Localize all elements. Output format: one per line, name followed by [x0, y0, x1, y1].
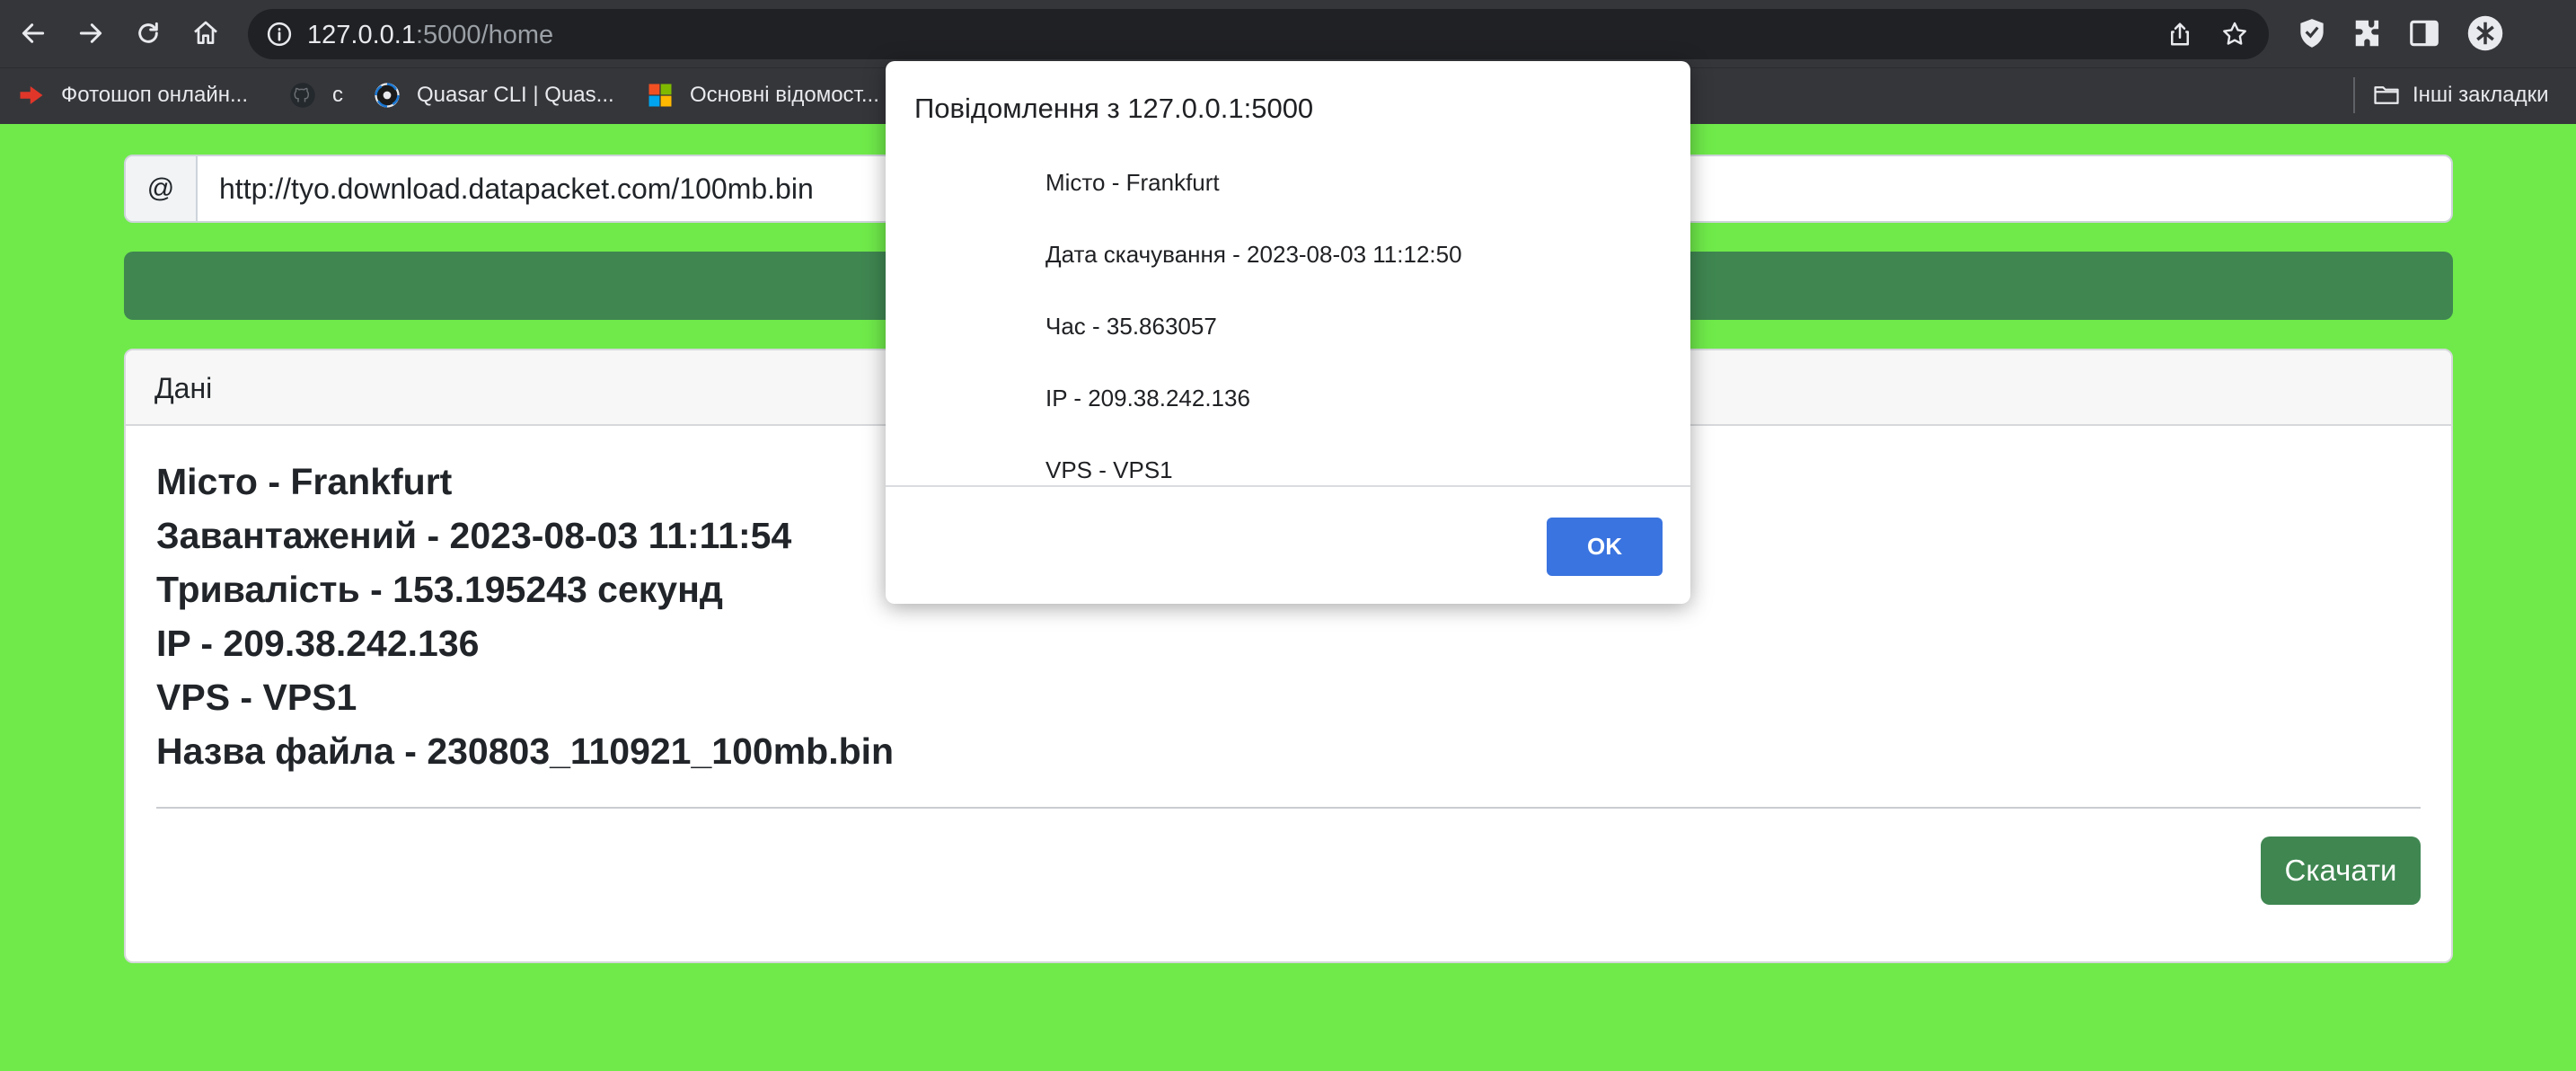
- arrow-right-icon: [79, 23, 102, 43]
- bookmark-github[interactable]: c: [289, 77, 343, 113]
- other-bookmarks[interactable]: Інші закладки: [2373, 77, 2549, 113]
- dialog-line-vps: VPS - VPS1: [1045, 456, 1173, 483]
- forward-button[interactable]: [68, 11, 113, 56]
- browser-toolbar: 127.0.0.1:5000/home: [0, 0, 2576, 67]
- dialog-line-time: Час - 35.863057: [1045, 313, 1217, 340]
- photoshop-icon: [20, 86, 43, 104]
- reload-icon: [138, 22, 158, 43]
- info-filename: Назва файла - 230803_110921_100mb.bin: [156, 730, 895, 772]
- bookmark-label: c: [332, 83, 343, 107]
- ok-button[interactable]: OK: [1547, 518, 1663, 576]
- side-panel-icon[interactable]: [2407, 16, 2441, 50]
- bookmark-quasar[interactable]: Quasar CLI | Quas...: [374, 77, 614, 113]
- folder-icon: [2374, 86, 2399, 104]
- bookmark-label: Quasar CLI | Quas...: [417, 83, 614, 107]
- bookmarks-divider: [2353, 77, 2355, 113]
- address-url[interactable]: 127.0.0.1:5000/home: [307, 21, 553, 50]
- bookmark-photoshop[interactable]: Фотошоп онлайн...: [18, 77, 248, 113]
- info-ip: IP - 209.38.242.136: [156, 623, 480, 664]
- bookmark-label: Фотошоп онлайн...: [61, 83, 249, 107]
- dialog-message-area[interactable]: Місто - Frankfurt Дата скачування - 2023…: [886, 151, 1690, 485]
- download-button[interactable]: Скачати: [2261, 836, 2421, 905]
- info-icon[interactable]: [266, 21, 293, 48]
- alert-dialog: Повідомлення з 127.0.0.1:5000 Місто - Fr…: [886, 61, 1690, 604]
- url-path: :5000/home: [415, 21, 554, 49]
- brave-shield-icon[interactable]: [2295, 16, 2329, 50]
- github-icon: [290, 83, 315, 108]
- extensions-puzzle-icon[interactable]: [2351, 16, 2386, 50]
- microsoft-icon: [648, 84, 672, 107]
- back-button[interactable]: [11, 11, 56, 56]
- bookmark-microsoft[interactable]: Основні відомост...: [647, 77, 879, 113]
- home-button[interactable]: [183, 11, 228, 56]
- card-divider: [156, 807, 2421, 809]
- profile-avatar-icon[interactable]: [2466, 14, 2504, 52]
- dialog-line-ip: IP - 209.38.242.136: [1045, 385, 1250, 412]
- home-icon: [194, 21, 217, 44]
- quasar-icon: [375, 83, 400, 108]
- reload-button[interactable]: [126, 11, 171, 56]
- input-prefix-at: @: [126, 156, 198, 221]
- bookmark-star-icon[interactable]: [2220, 20, 2249, 49]
- dialog-line-date: Дата скачування - 2023-08-03 11:12:50: [1045, 241, 1462, 268]
- dialog-line-city: Місто - Frankfurt: [1045, 169, 1220, 196]
- dialog-separator: [886, 485, 1690, 487]
- address-bar[interactable]: 127.0.0.1:5000/home: [248, 9, 2269, 59]
- url-host: 127.0.0.1: [307, 21, 416, 49]
- bookmark-label: Основні відомост...: [690, 83, 879, 107]
- info-vps: VPS - VPS1: [156, 677, 357, 718]
- arrow-left-icon: [22, 23, 45, 43]
- share-icon[interactable]: [2166, 21, 2193, 48]
- dialog-title: Повідомлення з 127.0.0.1:5000: [914, 93, 1314, 124]
- other-bookmarks-label: Інші закладки: [2413, 83, 2549, 107]
